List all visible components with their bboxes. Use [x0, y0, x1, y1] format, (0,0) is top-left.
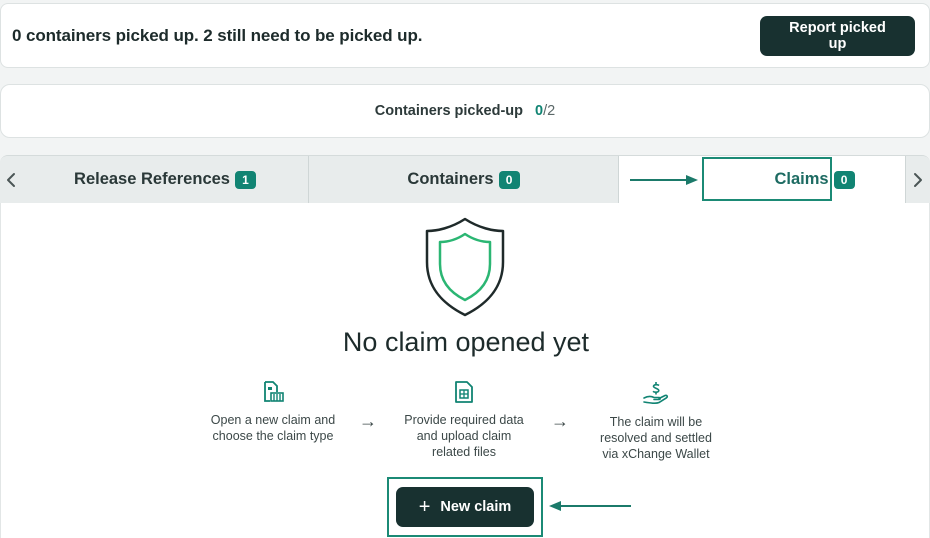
- tab-containers-badge: 0: [498, 170, 520, 189]
- file-upload-icon: [455, 381, 473, 403]
- step-resolve-claim: The claim will be resolved and settled v…: [591, 381, 721, 462]
- pickup-count-label: Containers picked-up: [374, 103, 524, 119]
- step-provide-data-text: Provide required data and upload claim r…: [404, 413, 524, 459]
- step-arrow-icon: →: [551, 411, 569, 431]
- tab-release-references-badge: 1: [234, 170, 256, 189]
- empty-state-title: No claim opened yet: [342, 327, 590, 357]
- pickup-count-card: Containers picked-up 0/2: [0, 84, 930, 138]
- step-resolve-claim-text: The claim will be resolved and settled v…: [600, 415, 712, 461]
- pickup-count-value: 0/2: [535, 103, 555, 119]
- arrow-right-icon: [630, 175, 698, 185]
- picked-count: 0: [535, 103, 544, 119]
- plus-icon: +: [418, 496, 431, 518]
- step-arrow-icon: →: [359, 411, 377, 431]
- tab-claims-label: Claims: [774, 170, 829, 188]
- arrow-left-icon: [549, 501, 631, 511]
- total-count: /2: [543, 103, 556, 119]
- wallet-settle-icon: [643, 382, 669, 405]
- tab-containers[interactable]: Containers 0: [309, 156, 619, 203]
- tab-release-references-label: Release References: [74, 170, 230, 188]
- pickup-summary-card: 0 containers picked up. 2 still need to …: [0, 3, 930, 68]
- claim-document-icon: [264, 381, 284, 402]
- new-claim-label: New claim: [440, 499, 512, 515]
- report-picked-up-button[interactable]: Report picked up: [760, 15, 915, 56]
- tab-containers-label: Containers: [407, 170, 494, 188]
- chevron-left-icon[interactable]: [0, 156, 22, 203]
- step-provide-data: Provide required data and upload claim r…: [399, 381, 529, 460]
- tab-release-references[interactable]: Release References 1: [22, 156, 309, 203]
- claims-panel: No claim opened yet Open a new claim and…: [0, 203, 930, 538]
- new-claim-button[interactable]: + New claim: [396, 487, 534, 527]
- tab-bar: Release References 1 Containers 0 Claims…: [0, 155, 930, 203]
- tab-claims-badge: 0: [833, 170, 855, 189]
- pickup-status-text: 0 containers picked up. 2 still need to …: [12, 25, 423, 45]
- step-open-claim-text: Open a new claim and choose the claim ty…: [210, 413, 336, 443]
- step-open-claim: Open a new claim and choose the claim ty…: [208, 381, 338, 444]
- chevron-right-icon[interactable]: [905, 156, 930, 203]
- shield-icon: [425, 217, 505, 317]
